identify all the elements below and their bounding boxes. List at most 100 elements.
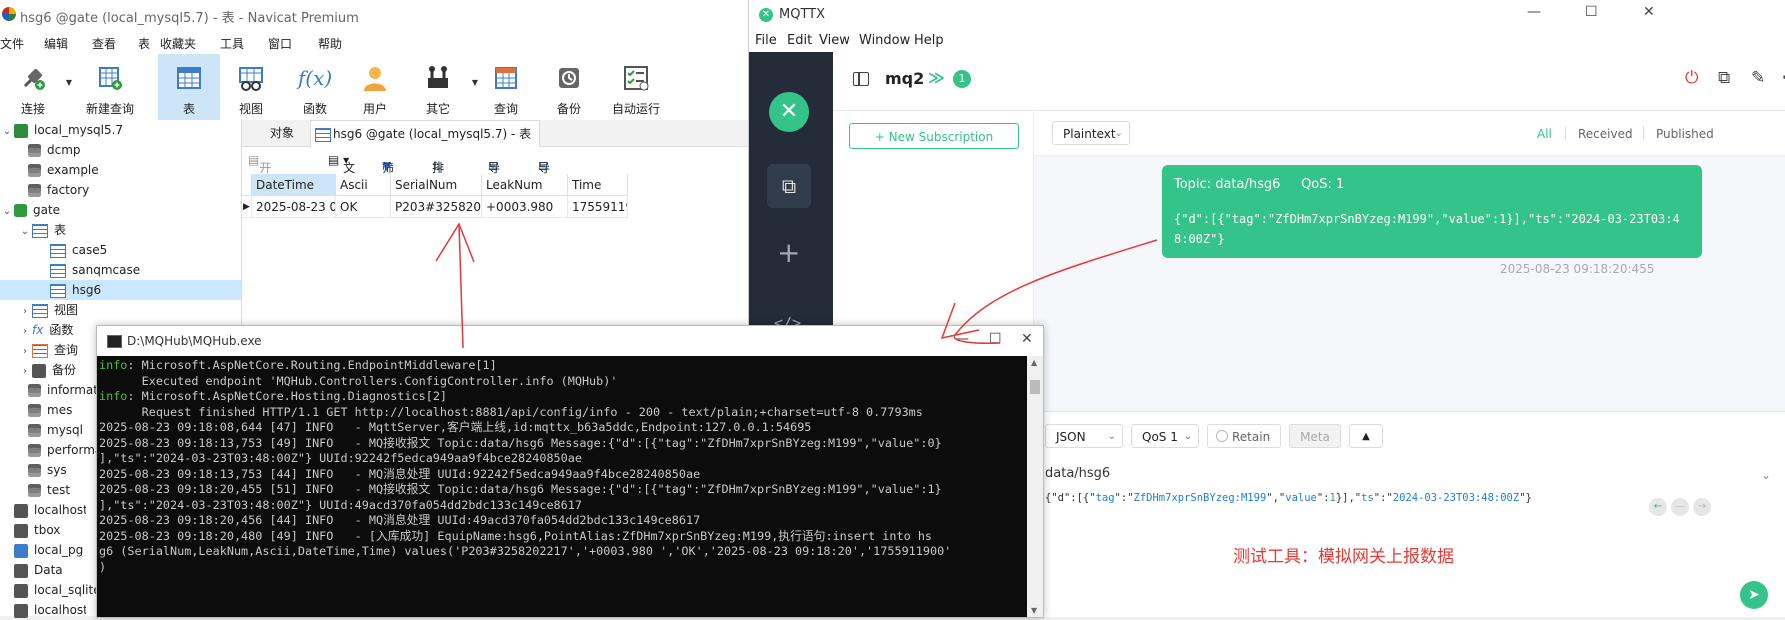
chevron-down-icon[interactable]: ▼ (66, 78, 72, 87)
menu-edit[interactable]: 编辑 (44, 35, 68, 52)
tree-node-database[interactable]: sys (14, 460, 67, 480)
tree-node-tables-folder[interactable]: ⌄ 表 (18, 220, 66, 240)
column-header[interactable]: Ascii (336, 174, 391, 196)
tree-node-connection[interactable]: local_pg (0, 540, 83, 560)
menu-edit[interactable]: Edit (787, 33, 812, 48)
tab-hsg6-table[interactable]: hsg6 @gate (local_mysql5.7) - 表 (310, 120, 541, 147)
chevron-up-icon[interactable]: ▲ (1349, 424, 1383, 448)
chevron-right-icon[interactable]: › (18, 362, 32, 382)
retain-toggle[interactable]: Retain (1207, 424, 1281, 448)
chevron-down-icon[interactable]: ▼ (1031, 606, 1037, 615)
tree-node-database[interactable]: mysql (14, 420, 83, 440)
close-icon[interactable]: ✕ (1021, 331, 1033, 347)
backup-button[interactable]: 备份 (544, 54, 594, 120)
new-query-button[interactable]: 新建查询 (80, 54, 140, 120)
published-message-bubble[interactable]: Topic: data/hsg6 QoS: 1 {"d":[{"tag":"Zf… (1162, 165, 1702, 258)
tree-node-database[interactable]: information_schema (14, 380, 100, 400)
add-icon[interactable]: + (777, 236, 800, 269)
queries-button[interactable]: 查询 (480, 54, 532, 120)
users-button[interactable]: 用户 (348, 54, 402, 120)
tree-node-backups-folder[interactable]: › 备份 (18, 360, 76, 380)
table-cell[interactable]: 1755911900 (568, 196, 628, 218)
tree-node-database[interactable]: dcmp (14, 140, 81, 160)
meta-button[interactable]: Meta (1289, 424, 1341, 448)
chevron-right-icon[interactable]: › (18, 322, 32, 342)
menu-favorites[interactable]: 收藏夹 (160, 35, 196, 52)
new-window-icon[interactable]: ⧉ (1718, 68, 1730, 88)
history-back-icon[interactable]: ← (1649, 498, 1667, 516)
payload-format-select[interactable]: Plaintext ⌄ (1052, 121, 1130, 145)
payload-editor[interactable]: {"d":[{"tag":"ZfDHm7xprSnBYzeg:M199","va… (1045, 492, 1532, 504)
filter-all[interactable]: All (1537, 127, 1552, 141)
table-cell[interactable]: +0003.980 (482, 196, 568, 218)
send-icon[interactable]: ➤ (1740, 581, 1768, 609)
table-cell[interactable]: 2025-08-23 09:18:20 (252, 196, 336, 218)
scrollbar-thumb[interactable] (1030, 380, 1040, 394)
tree-node-database[interactable]: performance_schema (14, 440, 100, 460)
tree-node-table[interactable]: sanqmcase (50, 260, 140, 280)
chevron-down-icon[interactable]: ▼ (472, 78, 478, 87)
menu-window[interactable]: 窗口 (268, 35, 292, 52)
table-cell[interactable]: OK (336, 196, 391, 218)
maximize-icon[interactable]: ☐ (989, 331, 1002, 347)
tree-node-database-gate[interactable]: ⌄ gate (0, 200, 60, 220)
menu-tools[interactable]: 工具 (220, 35, 244, 52)
chevron-down-icon[interactable]: ⌄ (18, 222, 32, 242)
console-scrollbar[interactable]: ▲ ▼ (1027, 356, 1043, 617)
new-subscription-button[interactable]: + New Subscription (849, 123, 1019, 149)
double-chevron-down-icon[interactable]: ≫ (928, 68, 945, 87)
connect-button[interactable]: 连接 ▼ (8, 54, 72, 120)
tree-node-table[interactable]: case5 (50, 240, 107, 260)
table-cell[interactable]: P203#3258202217 (391, 196, 482, 218)
tree-node-connection[interactable]: ⌄ local_mysql5.7 (0, 120, 123, 140)
menu-help[interactable]: 帮助 (318, 35, 342, 52)
chevron-down-icon[interactable]: ⌄ (1761, 468, 1771, 482)
tree-node-views-folder[interactable]: › 视图 (18, 300, 78, 320)
chevron-down-icon[interactable]: ⌄ (0, 122, 14, 142)
column-header[interactable]: SerialNum (391, 174, 482, 196)
menu-help[interactable]: Help (914, 33, 944, 48)
tree-node-connection[interactable]: Data (0, 560, 63, 580)
toggle-panel-icon[interactable] (853, 72, 869, 86)
column-header[interactable]: LeakNum (482, 174, 568, 196)
tree-node-database[interactable]: test (14, 480, 70, 500)
topic-input[interactable]: data/hsg6 (1045, 466, 1110, 481)
tree-node-connection[interactable]: local_sqlite (0, 580, 101, 600)
tree-node-functions-folder[interactable]: › fx 函数 (18, 320, 73, 340)
maximize-icon[interactable]: ☐ (1585, 4, 1598, 20)
tree-node-database[interactable]: mes (14, 400, 72, 420)
tree-node-table-selected[interactable]: hsg6 (0, 280, 241, 300)
chevron-down-icon[interactable]: ⌄ (0, 202, 14, 222)
edit-icon[interactable]: ✎ (1751, 68, 1765, 88)
filter-received[interactable]: Received (1578, 127, 1633, 141)
chevron-right-icon[interactable]: › (18, 302, 32, 322)
tab-objects[interactable]: 对象 (262, 120, 302, 146)
menu-view[interactable]: View (819, 33, 850, 48)
tree-node-connection[interactable]: tbox (0, 520, 60, 540)
menu-view[interactable]: 查看 (92, 35, 116, 52)
tables-button[interactable]: 表 (158, 54, 220, 120)
tree-node-database[interactable]: factory (14, 180, 89, 200)
chevron-up-icon[interactable]: ▲ (1031, 358, 1037, 367)
filter-published[interactable]: Published (1656, 127, 1714, 141)
menu-file[interactable]: File (755, 33, 777, 48)
column-header[interactable]: DateTime (252, 174, 336, 196)
text-button[interactable]: ▤ 文本 ▾ (328, 153, 355, 192)
qos-select[interactable]: QoS 1 ⌄ (1131, 424, 1199, 448)
close-icon[interactable]: ✕ (1643, 4, 1655, 20)
tree-node-database[interactable]: example (14, 160, 99, 180)
menu-table[interactable]: 表 (138, 35, 150, 52)
connections-icon[interactable]: ⧉ (767, 164, 811, 208)
menu-window[interactable]: Window (859, 33, 910, 48)
history-forward-icon[interactable]: → (1693, 498, 1711, 516)
views-button[interactable]: 视图 (224, 54, 278, 120)
publish-format-select[interactable]: JSON ⌄ (1045, 424, 1123, 448)
power-icon[interactable]: ⏻ (1685, 68, 1698, 88)
functions-button[interactable]: f(x) 函数 (288, 54, 342, 120)
tree-node-queries-folder[interactable]: › 查询 (18, 340, 78, 360)
column-header[interactable]: Time (568, 174, 628, 196)
minimize-icon[interactable]: — (955, 331, 969, 347)
minimize-icon[interactable]: — (1527, 4, 1541, 20)
begin-transaction-button[interactable]: ▤ 开始事务 (248, 153, 271, 226)
chevron-right-icon[interactable]: › (18, 342, 32, 362)
